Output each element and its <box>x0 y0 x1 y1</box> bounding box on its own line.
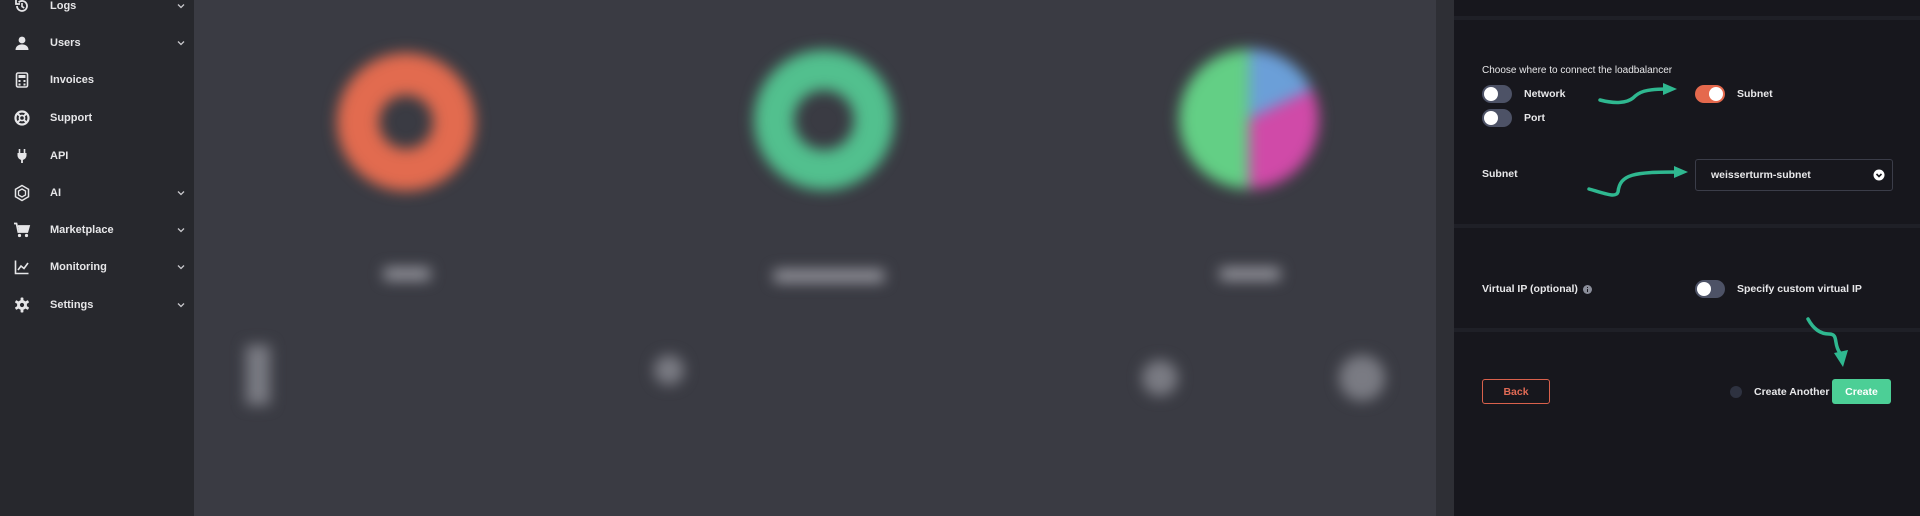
chevron-down-icon <box>177 303 185 308</box>
subnet-toggle[interactable] <box>1695 85 1725 103</box>
blurred-dashboard-background <box>194 0 1436 516</box>
connect-target-heading: Choose where to connect the loadbalancer <box>1482 65 1673 76</box>
chevron-down-icon <box>177 4 185 9</box>
sidebar-item-label: Users <box>50 37 81 49</box>
blurred-shape <box>1142 360 1178 396</box>
chart-line-icon <box>13 258 31 276</box>
custom-virtual-ip-toggle[interactable] <box>1695 280 1725 298</box>
annotation-arrow-icon <box>1598 83 1677 105</box>
donut-chart-orange <box>336 52 476 192</box>
divider <box>1454 16 1920 20</box>
sidebar-item-marketplace[interactable]: Marketplace <box>0 215 194 245</box>
blurred-shape <box>246 345 270 405</box>
calculator-icon <box>13 71 31 89</box>
pie-chart-multicolor <box>1174 44 1324 194</box>
panel-divider <box>1436 0 1454 516</box>
chevron-down-icon <box>177 41 185 46</box>
create-another-checkbox[interactable] <box>1730 386 1742 398</box>
network-option-label: Network <box>1524 88 1566 100</box>
sidebar-item-label: Logs <box>50 0 77 12</box>
sidebar-item-invoices[interactable]: Invoices <box>0 65 194 95</box>
sidebar-item-label: API <box>50 150 69 162</box>
subnet-select-value: weisserturm-subnet <box>1711 169 1811 181</box>
subnet-select[interactable]: weisserturm-subnet <box>1695 159 1893 191</box>
sidebar-item-support[interactable]: Support <box>0 103 194 133</box>
back-button[interactable]: Back <box>1482 379 1550 404</box>
custom-virtual-ip-label: Specify custom virtual IP <box>1737 283 1862 295</box>
blurred-label <box>384 268 430 280</box>
blurred-label <box>774 270 884 282</box>
gear-icon <box>13 296 31 314</box>
create-another-label: Create Another <box>1754 386 1830 398</box>
create-loadbalancer-panel: Choose where to connect the loadbalancer… <box>1454 0 1920 516</box>
annotation-arrow-icon <box>1587 166 1688 197</box>
annotation-arrow-icon <box>1806 317 1848 367</box>
chevron-down-icon <box>177 191 185 196</box>
blurred-label <box>1220 268 1280 280</box>
port-toggle[interactable] <box>1482 109 1512 127</box>
chevron-down-icon <box>177 228 185 233</box>
donut-chart-green <box>754 50 894 190</box>
sidebar-item-label: Invoices <box>50 74 95 86</box>
sidebar-item-label: Monitoring <box>50 261 107 273</box>
sidebar-item-settings[interactable]: Settings <box>0 290 194 320</box>
sidebar-item-label: Settings <box>50 299 94 311</box>
sidebar-item-logs[interactable]: Logs <box>0 0 194 21</box>
sidebar-item-monitoring[interactable]: Monitoring <box>0 252 194 282</box>
cart-icon <box>13 221 31 239</box>
virtual-ip-label: Virtual IP (optional) <box>1482 283 1578 295</box>
divider <box>1454 224 1920 228</box>
sidebar-item-ai[interactable]: AI <box>0 178 194 208</box>
sidebar: Logs Users Invoices Support API AI Marke… <box>0 0 194 516</box>
info-icon[interactable] <box>1583 285 1592 294</box>
plug-icon <box>13 147 31 165</box>
ai-chip-icon <box>13 184 31 202</box>
chevron-down-icon <box>177 265 185 270</box>
lifebuoy-icon <box>13 109 31 127</box>
sidebar-item-label: Marketplace <box>50 224 114 236</box>
blurred-shape <box>1339 355 1385 401</box>
subnet-option-label: Subnet <box>1737 88 1773 100</box>
sidebar-item-label: Support <box>50 112 93 124</box>
sidebar-item-label: AI <box>50 187 61 199</box>
blurred-shape <box>654 355 684 385</box>
create-button[interactable]: Create <box>1832 379 1891 404</box>
network-toggle[interactable] <box>1482 85 1512 103</box>
sidebar-item-users[interactable]: Users <box>0 28 194 58</box>
chevron-down-circle-icon <box>1873 169 1885 181</box>
port-option-label: Port <box>1524 112 1545 124</box>
sidebar-item-api[interactable]: API <box>0 141 194 171</box>
user-icon <box>13 34 31 52</box>
history-icon <box>13 0 31 15</box>
subnet-field-label: Subnet <box>1482 168 1518 180</box>
